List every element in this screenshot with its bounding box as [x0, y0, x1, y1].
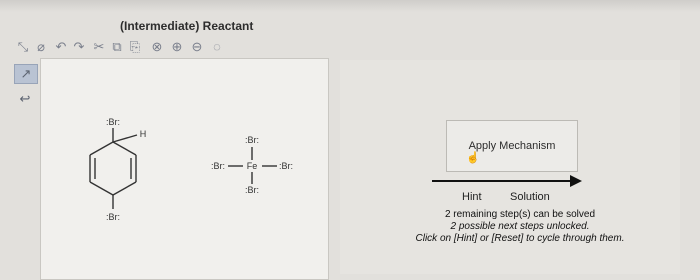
bromine-atom[interactable]: :Br: — [245, 135, 259, 145]
select-tool-icon[interactable]: ⤡ — [14, 38, 32, 56]
reaction-arrow — [432, 180, 572, 182]
zoom-in-icon[interactable]: ⊕ — [168, 38, 186, 56]
ring-bond — [112, 141, 137, 156]
iron-atom[interactable]: Fe — [247, 161, 258, 171]
remaining-steps-text: 2 remaining step(s) can be solved — [444, 209, 596, 220]
apply-mechanism-button[interactable]: Apply Mechanism — [446, 120, 578, 172]
ring-bond — [112, 181, 137, 196]
bromine-atom[interactable]: :Br: — [106, 117, 120, 127]
c-h-bond — [112, 134, 138, 143]
zoom-reset-icon[interactable]: ◌ — [208, 38, 226, 56]
eraser-icon[interactable]: ⌀ — [32, 38, 50, 56]
cyclohexadiene-molecule[interactable] — [89, 128, 138, 209]
undo-icon[interactable]: ↶ — [52, 38, 70, 56]
paste-icon[interactable]: ⎘ — [126, 38, 144, 56]
bromine-atom[interactable]: :Br: — [106, 212, 120, 222]
molecule-drawing: :Br: H :Br: :Br: Fe :Br: :Br: :Br: — [89, 117, 293, 222]
bromine-atom[interactable]: :Br: — [211, 161, 225, 171]
drawing-canvas[interactable]: :Br: H :Br: :Br: Fe :Br: :Br: :Br: — [40, 58, 329, 280]
reaction-arrow-head-icon — [570, 175, 582, 187]
page-title: (Intermediate) Reactant — [120, 19, 254, 33]
redo-icon[interactable]: ↷ — [70, 38, 88, 56]
solution-button[interactable]: Solution — [510, 191, 550, 203]
cycle-instruction-text: Click on [Hint] or [Reset] to cycle thro… — [415, 233, 625, 244]
hand-pointer-icon: ☝ — [466, 152, 480, 164]
ring-bond — [89, 181, 114, 196]
bromine-atom[interactable]: :Br: — [279, 161, 293, 171]
cut-icon[interactable]: ✂ — [90, 38, 108, 56]
zoom-fit-icon[interactable]: ⊗ — [148, 38, 166, 56]
copy-icon[interactable]: ⧉ — [108, 38, 126, 56]
window-top-bar — [0, 0, 700, 12]
hydrogen-atom[interactable]: H — [140, 129, 147, 139]
arrow-push-icon[interactable]: ↗ — [14, 64, 38, 84]
hint-button[interactable]: Hint — [462, 191, 482, 203]
zoom-out-icon[interactable]: ⊖ — [188, 38, 206, 56]
bromine-atom[interactable]: :Br: — [245, 185, 259, 195]
curved-arrow-icon[interactable]: ↩ — [14, 90, 36, 108]
next-steps-text: 2 possible next steps unlocked. — [450, 221, 590, 232]
ring-bond — [89, 141, 114, 156]
